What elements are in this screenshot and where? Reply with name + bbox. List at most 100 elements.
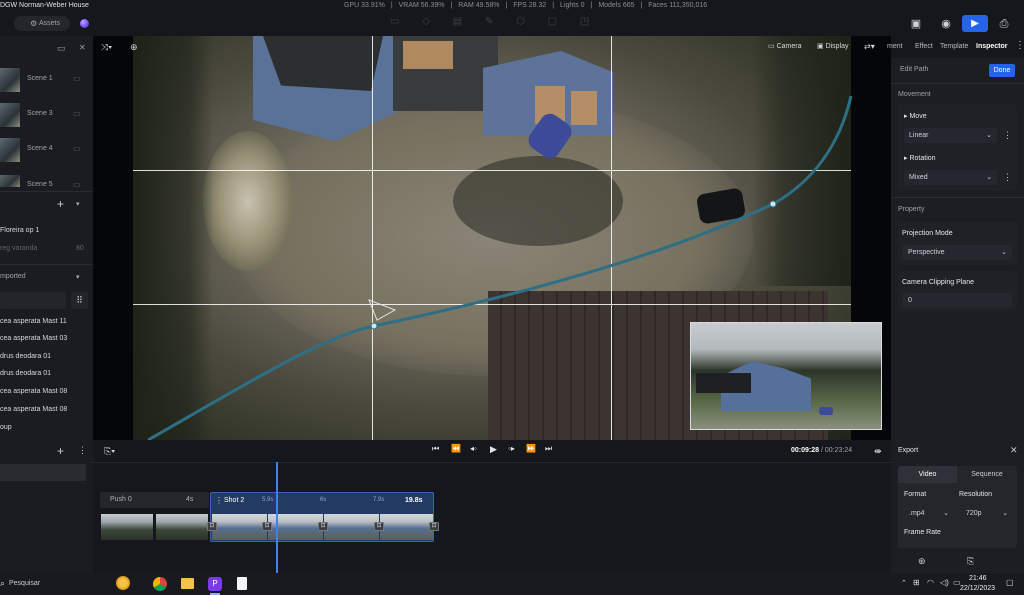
play-icon[interactable]: ▶: [490, 444, 497, 455]
panel-close-icon[interactable]: ✕: [79, 43, 86, 52]
clock-time[interactable]: 21:46: [969, 575, 987, 582]
add-track-icon[interactable]: +: [57, 444, 64, 458]
scene-thumbnail: [0, 103, 20, 127]
notification-icon[interactable]: ▢: [1006, 578, 1014, 587]
tool-icon[interactable]: ✎: [485, 16, 493, 27]
render-icon[interactable]: ▣: [908, 16, 924, 32]
imported-search-input[interactable]: [0, 292, 66, 309]
drag-handle-icon[interactable]: ⋮: [215, 496, 223, 505]
step-back-icon[interactable]: ◂◦: [470, 444, 477, 453]
scene-camera-icon[interactable]: ▭: [73, 144, 81, 153]
tool-icon[interactable]: ▢: [548, 16, 557, 27]
keyframe-camera-icon[interactable]: ⊡: [262, 522, 272, 531]
keyframe-camera-icon[interactable]: ⊡: [374, 522, 384, 531]
imported-item[interactable]: cea asperata Mast 08: [0, 386, 93, 403]
export-queue-icon[interactable]: ⎘: [967, 556, 974, 567]
step-forward-icon[interactable]: ◦▸: [508, 444, 515, 453]
skip-start-icon[interactable]: ⏮: [432, 444, 439, 454]
track-more-icon[interactable]: ⋮: [78, 445, 87, 456]
clip-thumbnail: [380, 514, 433, 540]
done-button[interactable]: Done: [989, 64, 1015, 77]
imported-collapse-icon[interactable]: ▾: [76, 273, 80, 281]
scene-camera-icon[interactable]: ▭: [73, 180, 81, 189]
imported-item[interactable]: drus deodara 01: [0, 351, 93, 368]
file-explorer-icon[interactable]: [181, 578, 194, 589]
network-icon[interactable]: ⊞: [913, 578, 920, 587]
wifi-icon[interactable]: ◠: [927, 578, 934, 587]
app-icon[interactable]: P: [208, 577, 222, 591]
format-select[interactable]: .mp4 ⌄: [904, 506, 952, 521]
export-tray-icon[interactable]: ⎙: [996, 16, 1012, 32]
assets-button[interactable]: ⚙ Assets: [14, 16, 70, 31]
camera-add-icon[interactable]: ⎘▾: [104, 446, 115, 457]
transform-icon[interactable]: ⤨▾: [101, 42, 112, 53]
imported-item[interactable]: oup: [0, 422, 93, 439]
keyframe-camera-icon[interactable]: ⊡: [318, 522, 328, 531]
tab-effect[interactable]: Effect: [915, 43, 933, 50]
tab-template[interactable]: Template: [940, 43, 968, 50]
tool-icon[interactable]: ▤: [453, 16, 462, 27]
projection-select[interactable]: Perspective ⌄: [902, 245, 1012, 260]
rotation-select[interactable]: Mixed ⌄: [904, 170, 997, 185]
keyframe-camera-icon[interactable]: ⊡: [429, 522, 439, 531]
tab-video[interactable]: Video: [898, 466, 957, 483]
rotation-more-icon[interactable]: ⋮: [1003, 172, 1012, 183]
tool-icon[interactable]: ⬡: [516, 16, 525, 27]
clipping-value: 0: [908, 297, 912, 304]
track-row-selected[interactable]: [0, 464, 86, 481]
fast-forward-icon[interactable]: ⏩: [526, 444, 536, 453]
imported-item[interactable]: cea asperata Mast 11: [0, 316, 93, 333]
viewport[interactable]: ⤨▾ ⊕ ▭ Camera ▣ Display ⇄▾: [93, 36, 891, 440]
clipping-input[interactable]: 0: [902, 293, 1012, 308]
rewind-icon[interactable]: ⏪: [451, 444, 461, 453]
skip-end-icon[interactable]: ⏭: [545, 444, 552, 454]
screenshot-icon[interactable]: ◉: [938, 16, 954, 32]
camera-button[interactable]: ▭ Camera: [768, 42, 801, 50]
tab-sequence[interactable]: Sequence: [957, 466, 1017, 483]
edit-path-label[interactable]: Edit Path: [900, 66, 928, 73]
app-orb-icon[interactable]: [80, 19, 89, 28]
render-settings-icon[interactable]: ⊛: [918, 556, 926, 567]
grid-view-button[interactable]: ⠿: [71, 292, 88, 309]
tool-icon[interactable]: ◳: [580, 16, 589, 27]
zoom-fit-icon[interactable]: ⇼: [874, 446, 882, 457]
tray-chevron-icon[interactable]: ⌃: [901, 579, 907, 587]
scene-camera-icon[interactable]: ▭: [73, 74, 81, 83]
playhead[interactable]: [276, 462, 278, 573]
video-mode-button[interactable]: ▶: [962, 15, 988, 32]
volume-icon[interactable]: ◁): [940, 578, 949, 587]
view-options-icon[interactable]: ⇄▾: [864, 42, 875, 51]
tab-element[interactable]: ment: [887, 43, 903, 50]
scene-item[interactable]: Scene 3 ▭: [0, 101, 93, 136]
imported-item[interactable]: cea asperata Mast 08: [0, 404, 93, 421]
layer-item[interactable]: Floreira op 1: [0, 225, 93, 242]
tab-inspector[interactable]: Inspector: [976, 43, 1008, 50]
shot-clip[interactable]: Push 0 4s: [100, 492, 209, 508]
keyframe-camera-icon[interactable]: ⊡: [207, 522, 217, 531]
add-layer-icon[interactable]: +: [57, 197, 64, 211]
collapse-icon[interactable]: ▾: [76, 200, 80, 208]
document-icon[interactable]: [237, 577, 247, 590]
taskbar-search[interactable]: Pesquisar: [9, 580, 40, 587]
layer-item[interactable]: reg varanda 80: [0, 243, 93, 260]
move-select[interactable]: Linear ⌄: [904, 128, 997, 143]
folder-icon[interactable]: ▭: [57, 43, 66, 54]
tool-icon[interactable]: ▭: [390, 16, 399, 27]
clock-date[interactable]: 22/12/2023: [960, 585, 995, 592]
more-icon[interactable]: ⋮: [1015, 40, 1024, 51]
imported-item[interactable]: cea asperata Mast 03: [0, 333, 93, 350]
globe-icon[interactable]: ⊕: [130, 42, 138, 53]
imported-item[interactable]: drus deodara 01: [0, 368, 93, 385]
scene-item[interactable]: Scene 4 ▭: [0, 136, 93, 171]
scene-camera-icon[interactable]: ▭: [73, 109, 81, 118]
display-button[interactable]: ▣ Display: [817, 42, 849, 50]
weather-icon[interactable]: [116, 576, 130, 590]
camera-preview[interactable]: [690, 322, 882, 430]
tool-icon[interactable]: ◇: [422, 16, 430, 27]
chrome-icon[interactable]: [153, 577, 167, 591]
scene-item[interactable]: Scene 5 ▭: [0, 172, 93, 190]
export-close-icon[interactable]: ✕: [1010, 445, 1018, 456]
scene-item[interactable]: Scene 1 ▭: [0, 66, 93, 101]
move-more-icon[interactable]: ⋮: [1003, 130, 1012, 141]
resolution-select[interactable]: 720p ⌄: [959, 506, 1011, 521]
